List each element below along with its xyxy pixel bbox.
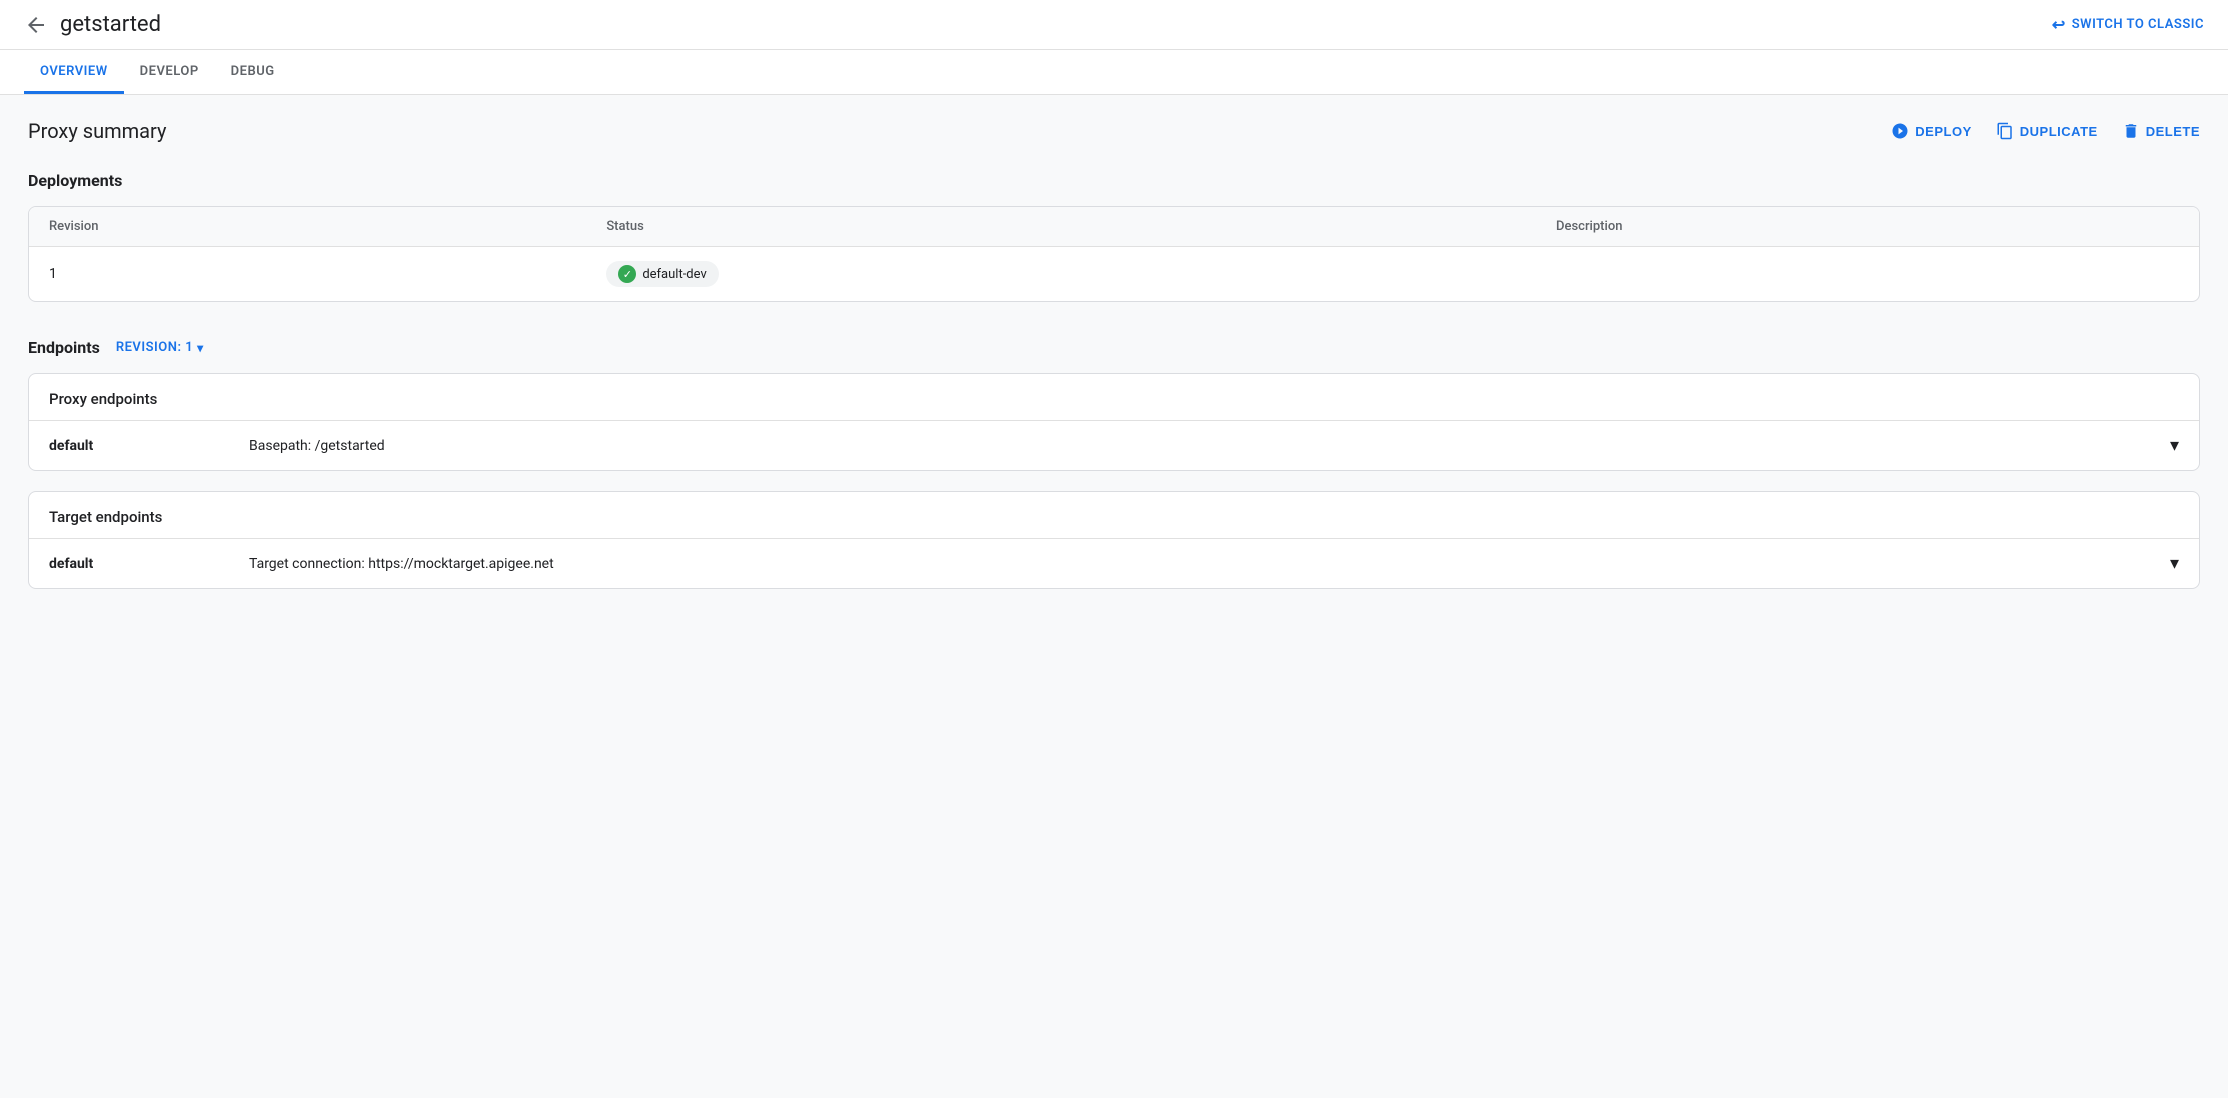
revision-label: REVISION: 1: [116, 340, 193, 355]
action-buttons: DEPLOY DUPLICATE DELETE: [1891, 122, 2200, 140]
deploy-label: DEPLOY: [1915, 124, 1971, 139]
deployments-table: Revision Status Description 1 ✓ default-…: [29, 207, 2199, 301]
proxy-endpoints-card: Proxy endpoints default Basepath: /getst…: [28, 373, 2200, 471]
endpoints-title: Endpoints: [28, 338, 100, 357]
proxy-endpoint-row-default[interactable]: default Basepath: /getstarted ▾: [29, 420, 2199, 470]
status-label: default-dev: [642, 267, 706, 282]
delete-icon: [2122, 122, 2140, 140]
target-endpoint-info: Target connection: https://mocktarget.ap…: [249, 556, 2162, 572]
chevron-down-icon: ▾: [197, 341, 204, 355]
top-bar: getstarted ↩ SWITCH TO CLASSIC: [0, 0, 2228, 50]
description-value: [1536, 247, 2199, 302]
tabs-bar: OVERVIEW DEVELOP DEBUG: [0, 50, 2228, 95]
back-button[interactable]: [24, 13, 48, 37]
target-endpoint-row-default[interactable]: default Target connection: https://mockt…: [29, 538, 2199, 588]
duplicate-icon: [1996, 122, 2014, 140]
proxy-endpoint-info: Basepath: /getstarted: [249, 438, 2162, 454]
tab-develop[interactable]: DEVELOP: [124, 50, 215, 94]
proxy-summary-header: Proxy summary DEPLOY DUPLICATE DELETE: [28, 119, 2200, 143]
proxy-endpoints-title: Proxy endpoints: [29, 374, 2199, 420]
proxy-endpoint-name: default: [49, 438, 249, 454]
col-status: Status: [586, 207, 1536, 247]
deploy-icon: [1891, 122, 1909, 140]
target-endpoints-title: Target endpoints: [29, 492, 2199, 538]
target-endpoints-card: Target endpoints default Target connecti…: [28, 491, 2200, 589]
proxy-summary-title: Proxy summary: [28, 119, 166, 143]
tab-overview[interactable]: OVERVIEW: [24, 50, 124, 94]
status-check-icon: ✓: [618, 265, 636, 283]
switch-to-classic-button[interactable]: ↩ SWITCH TO CLASSIC: [2052, 15, 2204, 34]
col-revision: Revision: [29, 207, 586, 247]
status-cell: ✓ default-dev: [586, 247, 1536, 302]
deployments-title: Deployments: [28, 171, 2200, 190]
delete-label: DELETE: [2146, 124, 2200, 139]
proxy-endpoint-chevron-icon: ▾: [2170, 435, 2179, 456]
delete-button[interactable]: DELETE: [2122, 122, 2200, 140]
duplicate-button[interactable]: DUPLICATE: [1996, 122, 2098, 140]
endpoints-section: Endpoints REVISION: 1 ▾ Proxy endpoints …: [28, 338, 2200, 589]
endpoints-header: Endpoints REVISION: 1 ▾: [28, 338, 2200, 357]
deployments-section: Deployments Revision Status Description …: [28, 171, 2200, 302]
table-row: 1 ✓ default-dev: [29, 247, 2199, 302]
table-header-row: Revision Status Description: [29, 207, 2199, 247]
target-endpoint-chevron-icon: ▾: [2170, 553, 2179, 574]
duplicate-label: DUPLICATE: [2020, 124, 2098, 139]
status-badge: ✓ default-dev: [606, 261, 718, 287]
col-description: Description: [1536, 207, 2199, 247]
target-endpoint-name: default: [49, 556, 249, 572]
switch-icon: ↩: [2052, 15, 2066, 34]
revision-value: 1: [29, 247, 586, 302]
deploy-button[interactable]: DEPLOY: [1891, 122, 1971, 140]
deployments-card: Revision Status Description 1 ✓ default-…: [28, 206, 2200, 302]
switch-to-classic-label: SWITCH TO CLASSIC: [2072, 17, 2204, 32]
tab-debug[interactable]: DEBUG: [215, 50, 291, 94]
main-content: Proxy summary DEPLOY DUPLICATE DELETE: [0, 95, 2228, 649]
revision-selector[interactable]: REVISION: 1 ▾: [116, 340, 204, 355]
page-title: getstarted: [60, 12, 161, 37]
top-bar-left: getstarted: [24, 12, 161, 37]
